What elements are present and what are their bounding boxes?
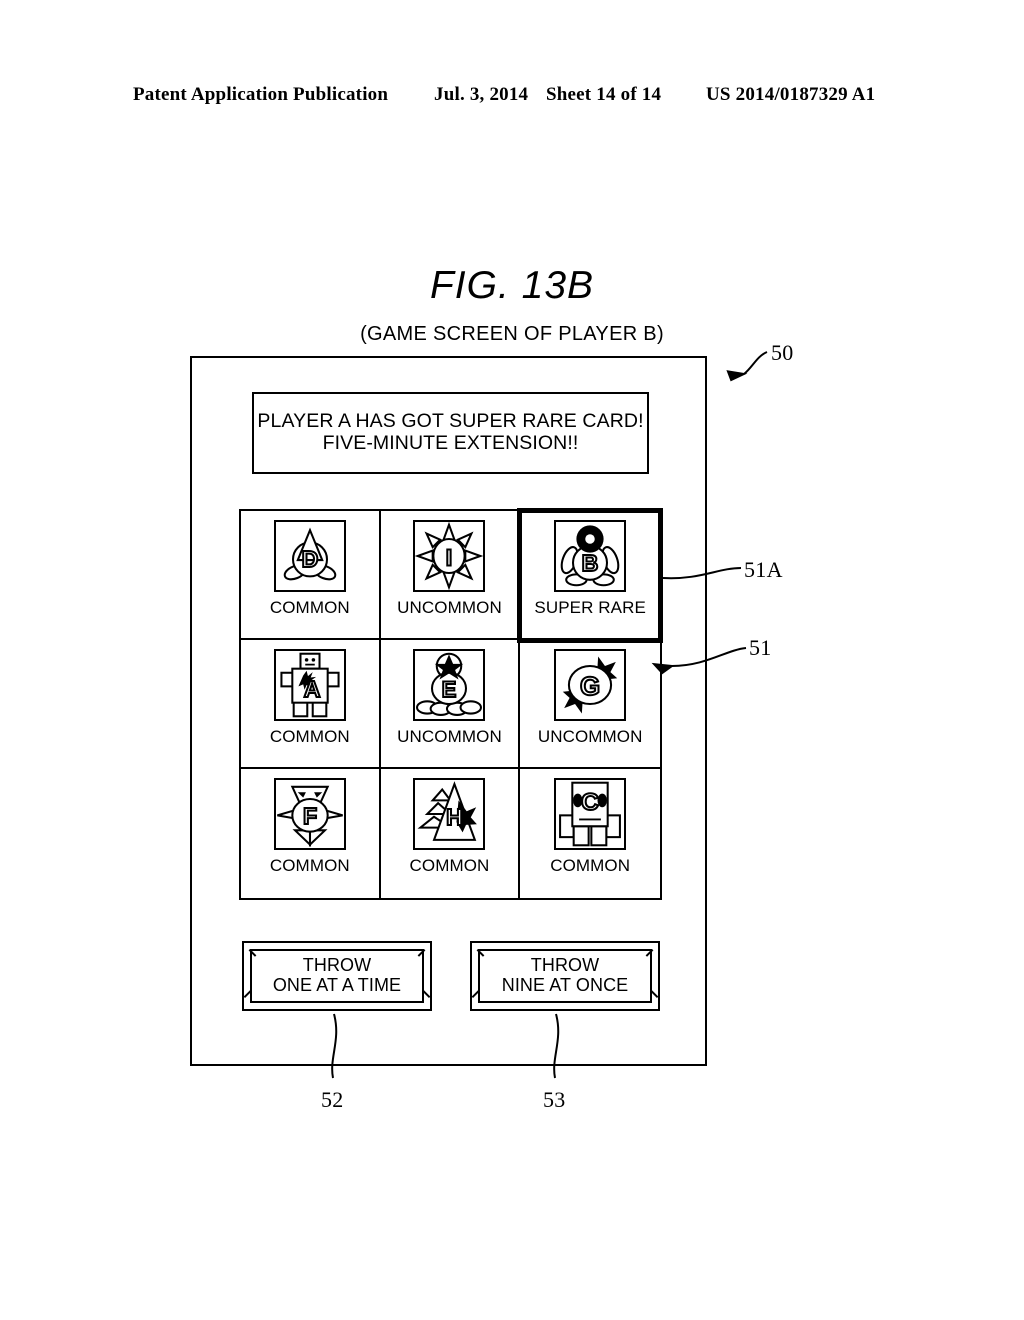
card-rarity-label: COMMON: [550, 856, 631, 875]
throw-one-label-line-2: ONE AT A TIME: [272, 975, 402, 995]
card-slot-3-selected[interactable]: B SUPER RARE: [517, 508, 663, 643]
card-slot-6[interactable]: G UNCOMMON: [520, 640, 660, 769]
svg-text:A: A: [304, 676, 321, 702]
action-button-row: THROW ONE AT A TIME THROW NINE AT ONCE: [242, 941, 662, 1013]
card-slot-7[interactable]: F COMMON: [241, 769, 381, 898]
bevel-corner-icon: [243, 990, 257, 1003]
reference-numeral-51: 51: [749, 635, 772, 660]
card-slot-4[interactable]: A COMMON: [241, 640, 381, 769]
message-line-2: FIVE-MINUTE EXTENSION!!: [322, 432, 579, 454]
svg-text:I: I: [446, 545, 452, 571]
throw-nine-label-line-2: NINE AT ONCE: [501, 975, 629, 995]
card-rarity-label: COMMON: [269, 727, 350, 746]
reference-numeral-52: 52: [321, 1087, 344, 1112]
throw-nine-at-once-button[interactable]: THROW NINE AT ONCE: [470, 941, 660, 1011]
publication-date: Jul. 3, 2014: [434, 84, 529, 105]
card-rarity-label: COMMON: [409, 856, 490, 875]
throw-one-at-a-time-button[interactable]: THROW ONE AT A TIME: [242, 941, 432, 1011]
card-slot-9[interactable]: C COMMON: [520, 769, 660, 898]
game-screen: PLAYER A HAS GOT SUPER RARE CARD! FIVE-M…: [190, 356, 707, 1066]
reference-numeral-51a: 51A: [744, 557, 783, 582]
card-rarity-label: UNCOMMON: [397, 598, 502, 617]
patent-number: US 2014/0187329 A1: [706, 84, 876, 105]
card-slot-8[interactable]: H COMMON: [380, 769, 521, 898]
notification-message-box: PLAYER A HAS GOT SUPER RARE CARD! FIVE-M…: [252, 392, 649, 474]
cone-hat-creature-icon: D: [273, 520, 346, 592]
sheet-number: Sheet 14 of 14: [546, 84, 662, 105]
card-rarity-label: UNCOMMON: [537, 727, 643, 746]
svg-text:E: E: [442, 677, 457, 702]
card-rarity-label: COMMON: [269, 856, 350, 875]
winged-creature-icon: F: [273, 778, 346, 850]
card-slot-2[interactable]: I UNCOMMON: [380, 511, 521, 640]
card-rarity-label: COMMON: [269, 598, 350, 617]
svg-text:G: G: [580, 673, 600, 701]
penguin-creature-icon: B: [554, 520, 627, 592]
patent-header: Patent Application Publication Jul. 3, 2…: [0, 84, 1024, 110]
svg-text:B: B: [582, 550, 599, 576]
bevel-corner-icon: [417, 990, 431, 1003]
robot-icon: A: [273, 649, 346, 721]
svg-text:D: D: [301, 546, 318, 572]
svg-text:F: F: [303, 803, 317, 829]
svg-text:C: C: [581, 789, 599, 816]
bevel-corner-icon: [471, 949, 485, 962]
figure-subtitle: (GAME SCREEN OF PLAYER B): [360, 323, 664, 345]
card-rarity-label: UNCOMMON: [397, 727, 502, 746]
bevel-corner-icon: [471, 990, 485, 1003]
reference-numeral-50: 50: [771, 340, 794, 365]
message-line-1: PLAYER A HAS GOT SUPER RARE CARD!: [257, 410, 644, 433]
card-slot-5[interactable]: E UNCOMMON: [380, 640, 521, 769]
figure-title: FIG. 13B: [429, 264, 595, 307]
spiked-tree-icon: H: [413, 778, 486, 850]
star-head-creature-icon: E: [413, 649, 486, 721]
throw-one-label-line-1: THROW: [302, 955, 372, 976]
reference-numeral-53: 53: [543, 1087, 566, 1112]
card-rarity-label: SUPER RARE: [534, 598, 646, 617]
bevel-corner-icon: [417, 949, 431, 962]
bevel-corner-icon: [243, 949, 257, 962]
throw-nine-label-line-1: THROW: [530, 955, 600, 976]
publication-label: Patent Application Publication: [133, 84, 389, 105]
bevel-corner-icon: [645, 949, 659, 962]
boxy-creature-icon: C: [554, 778, 627, 850]
spiked-sun-icon: I: [413, 520, 486, 592]
svg-text:H: H: [447, 804, 464, 830]
winged-orb-icon: G: [554, 649, 627, 721]
bevel-corner-icon: [645, 990, 659, 1003]
card-slot-1[interactable]: D COMMON: [241, 511, 381, 640]
card-grid: D COMMON I UNCOMMON B SUPER RARE A COMMO…: [239, 508, 663, 900]
